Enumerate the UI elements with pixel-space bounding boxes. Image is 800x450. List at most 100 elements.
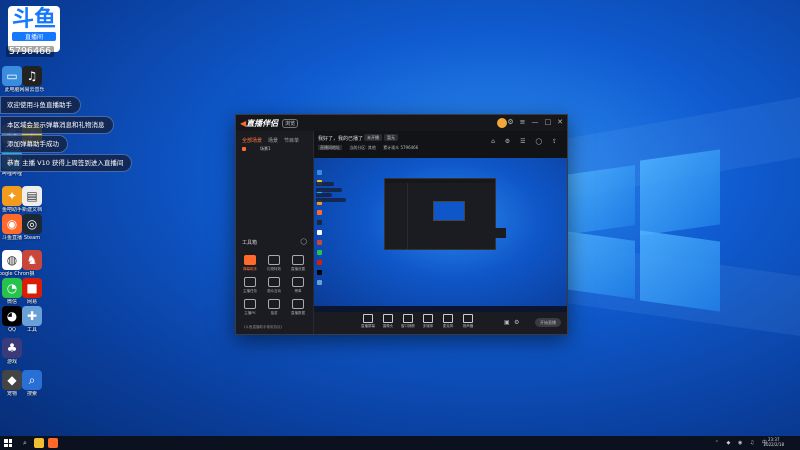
taskbar-clock[interactable]: 23:37 2022/2/18 bbox=[763, 437, 784, 447]
tool-rank[interactable]: 榜单 bbox=[288, 277, 308, 294]
category-pill[interactable]: 暂无 bbox=[384, 134, 398, 141]
camera-icon bbox=[383, 314, 393, 323]
preview-icon bbox=[317, 270, 322, 275]
desktop-icon-wolf[interactable]: ♞ 狼 bbox=[15, 250, 49, 277]
maximize-icon[interactable]: □ bbox=[545, 118, 552, 126]
desktop-icon-label: 搜索 bbox=[26, 391, 37, 397]
control-window[interactable]: 窗口捕获 bbox=[399, 314, 417, 329]
desktop-icon-label: 狼 bbox=[29, 271, 35, 277]
record-icon bbox=[244, 277, 256, 287]
tool-record[interactable]: 主播任务 bbox=[240, 277, 260, 294]
status-pill: 未开播 bbox=[364, 134, 382, 141]
desktop-icon-label: 新建文档 bbox=[21, 207, 42, 213]
source-controls: 直播屏幕 摄像头 窗口捕获 多媒体 麦克风 扬声器 ▣ ⚙ 开始直播 bbox=[314, 312, 567, 334]
toolbox-title: 工具箱 bbox=[242, 240, 258, 246]
scene-item[interactable]: 场景1 bbox=[260, 146, 271, 152]
taskbar-search-icon[interactable]: ⌕ bbox=[20, 438, 30, 448]
agreement-link[interactable]: 《斗鱼直播助手使用协议》 bbox=[242, 325, 284, 330]
desktop-icon-label: 工具 bbox=[26, 327, 37, 333]
stream-info-row: 直播间地址 当前分区: 其他 累计观众 5796466 bbox=[318, 145, 418, 151]
danmu-toast: 恭喜 主播 V10 获得上周签到进入直播间 bbox=[0, 154, 133, 172]
tool-gift[interactable]: 礼物特效 bbox=[264, 255, 284, 272]
app-logo: ◀直播伴侣 bbox=[240, 118, 279, 128]
stream-title[interactable]: 我好了，我的已播了 bbox=[318, 135, 363, 142]
desktop-icon-netease[interactable]: ■ 网易 bbox=[15, 278, 49, 305]
doc-icon: ▤ bbox=[22, 186, 42, 206]
desktop-icon-doc[interactable]: ▤ 新建文档 bbox=[15, 186, 49, 213]
tool-label: 直播数据 bbox=[291, 311, 305, 315]
netease-icon: ■ bbox=[22, 278, 42, 298]
desktop-icon-tools[interactable]: ✚ 工具 bbox=[15, 306, 49, 333]
app-titlebar[interactable]: ◀直播伴侣 浏览 ⚙ ≡ — □ ✕ bbox=[236, 115, 567, 131]
scene-dot-icon bbox=[242, 147, 246, 151]
tool-pk[interactable]: 主播PK bbox=[240, 299, 260, 316]
settings-icon[interactable]: ⚙ bbox=[507, 118, 513, 126]
tab-all-scenes[interactable]: 全部场景 bbox=[242, 137, 262, 144]
game-icon: ♣ bbox=[2, 338, 22, 358]
tool-label: 观众互动 bbox=[267, 289, 281, 293]
viewer-count: 累计观众 5796466 bbox=[383, 145, 419, 150]
main-panel: 我好了，我的已播了 未开播 暂无 直播间地址 当前分区: 其他 累计观众 579… bbox=[314, 131, 567, 334]
clock-date: 2022/2/18 bbox=[763, 442, 784, 447]
tool-danmu[interactable]: 弹幕助手 bbox=[240, 255, 260, 272]
desktop-icon-label: 游戏 bbox=[6, 359, 17, 365]
desktop-icon-game[interactable]: ♣ 游戏 bbox=[0, 338, 29, 365]
control-label: 扬声器 bbox=[462, 324, 474, 328]
windows-taskbar: ⌕ ⌃ ◆ ◉ ♫ 中 23:37 2022/2/18 bbox=[0, 436, 800, 450]
badge-subtitle: 直播间 bbox=[12, 32, 56, 41]
start-button[interactable] bbox=[4, 439, 12, 447]
preview-icon bbox=[317, 210, 322, 215]
tool-data[interactable]: 直播数据 bbox=[288, 299, 308, 316]
desktop-icon-search[interactable]: ⌕ 搜索 bbox=[15, 370, 49, 397]
preview-icon bbox=[317, 230, 322, 235]
taskbar-douyu-icon[interactable] bbox=[48, 438, 58, 448]
camera-toggle-icon[interactable]: ▣ bbox=[504, 319, 510, 326]
preview-nested-window bbox=[384, 178, 506, 250]
room-address[interactable]: 直播间地址 bbox=[318, 145, 342, 150]
desktop-icon-label: Steam bbox=[23, 235, 41, 241]
settings-wheel-icon[interactable]: ⚙ bbox=[514, 319, 519, 326]
tab-scene[interactable]: 场景 bbox=[268, 137, 278, 144]
danmu-toast: 本区域会显示弹幕消息和礼物消息 bbox=[0, 116, 114, 134]
control-media[interactable]: 多媒体 bbox=[419, 314, 437, 329]
preview-icon bbox=[317, 170, 322, 175]
steam-icon: ◎ bbox=[22, 214, 42, 234]
close-icon[interactable]: ✕ bbox=[557, 118, 563, 126]
wallpaper-logo-pane bbox=[565, 165, 635, 235]
tool-lottery[interactable]: 抽奖 bbox=[264, 299, 284, 316]
system-tray-icons[interactable]: ⌃ ◆ ◉ ♫ 中 bbox=[715, 439, 770, 446]
preview-icon bbox=[317, 220, 322, 225]
tab-program[interactable]: 节目单 bbox=[284, 137, 299, 144]
control-mic[interactable]: 麦克风 bbox=[439, 314, 457, 329]
window-controls: ⚙ ≡ — □ ✕ bbox=[507, 118, 563, 126]
start-stream-button[interactable]: 开始直播 bbox=[535, 318, 561, 327]
media-icon bbox=[423, 314, 433, 323]
tool-setting[interactable]: 直播设置 bbox=[288, 255, 308, 272]
menu-icon[interactable]: ≡ bbox=[520, 118, 526, 126]
taskbar-explorer-icon[interactable] bbox=[34, 438, 44, 448]
preview-icon bbox=[317, 280, 322, 285]
desktop-icon-steam[interactable]: ◎ Steam bbox=[15, 214, 49, 241]
control-screen[interactable]: 直播屏幕 bbox=[359, 314, 377, 329]
desktop-icon-label: 网易云音乐 bbox=[19, 87, 45, 93]
tools-icon: ✚ bbox=[22, 306, 42, 326]
control-speaker[interactable]: 扬声器 bbox=[459, 314, 477, 329]
control-camera[interactable]: 摄像头 bbox=[379, 314, 397, 329]
scene-sidebar: 全部场景 场景 节目单 场景1 工具箱 ◯ 弹幕助手 礼物特效 直播设置主播任务 观众… bbox=[236, 131, 314, 334]
minimize-icon[interactable]: — bbox=[532, 118, 539, 126]
user-avatar[interactable] bbox=[497, 118, 507, 128]
top-action-icons[interactable]: ⌂ ⚙ ☰ ◯ ⇪ bbox=[491, 138, 561, 145]
control-label: 窗口捕获 bbox=[401, 324, 415, 328]
desktop-icon-music[interactable]: ♫ 网易云音乐 bbox=[15, 66, 49, 93]
version-badge[interactable]: 浏览 bbox=[282, 118, 299, 128]
tool-audience[interactable]: 观众互动 bbox=[264, 277, 284, 294]
mic-icon bbox=[443, 314, 453, 323]
wallpaper-logo-pane bbox=[640, 149, 720, 236]
wallpaper-logo-pane bbox=[640, 230, 720, 312]
danmu-toast: 添加弹幕助手成功 bbox=[0, 135, 68, 153]
rank-icon bbox=[292, 277, 304, 287]
audience-icon bbox=[268, 277, 280, 287]
toolbox-settings-icon[interactable]: ◯ bbox=[300, 238, 307, 245]
room-id: 5796466 bbox=[6, 46, 55, 57]
danmu-icon bbox=[244, 255, 256, 265]
